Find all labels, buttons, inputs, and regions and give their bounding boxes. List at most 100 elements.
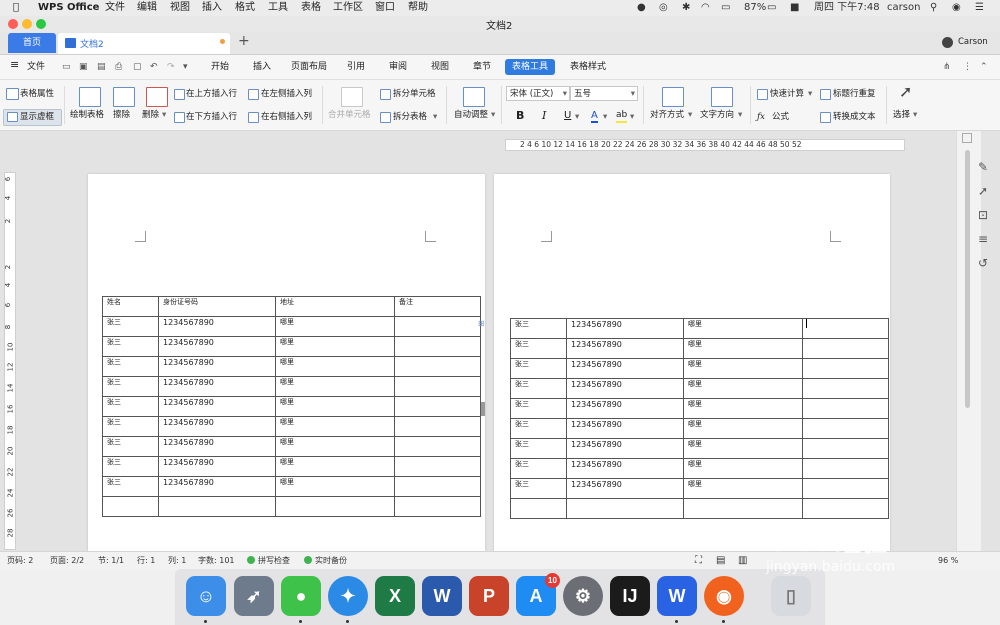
table-cell[interactable] xyxy=(802,318,889,339)
user-account-name[interactable]: Carson xyxy=(958,37,988,47)
fullscreen-icon[interactable]: ⛶ xyxy=(695,555,702,567)
auto-fit-dropdown-icon[interactable]: ▾ xyxy=(491,109,495,121)
table-cell[interactable]: 1234567890 xyxy=(158,336,276,357)
page2-table[interactable]: 张三 1234567890 哪里 张三 1234567890 哪里 张三 1234567890… xyxy=(510,318,889,519)
table-cell[interactable]: 哪里 xyxy=(275,316,395,337)
lock-icon[interactable]: ⊡ xyxy=(978,208,988,222)
table-row[interactable]: 张三 1234567890 哪里 xyxy=(102,436,481,457)
table-cell[interactable] xyxy=(394,336,481,357)
history-icon[interactable]: ↺ xyxy=(978,256,988,270)
table-cell[interactable]: 1234567890 xyxy=(566,358,684,379)
table-row[interactable]: 张三 1234567890 哪里 xyxy=(102,416,481,437)
table-cell[interactable]: 张三 xyxy=(102,356,159,377)
menu-format[interactable]: 格式 xyxy=(235,1,255,15)
tab-view[interactable]: 视图 xyxy=(431,60,449,74)
table-cell[interactable]: 哪里 xyxy=(683,398,803,419)
ribbon-file-menu[interactable]: 文件 xyxy=(27,60,45,74)
table-cell[interactable]: 哪里 xyxy=(683,318,803,339)
repeat-header-button[interactable]: 标题行重复 xyxy=(833,88,876,100)
menu-insert[interactable]: 插入 xyxy=(202,1,222,15)
table-cell[interactable] xyxy=(394,396,481,417)
table-cell[interactable]: 哪里 xyxy=(275,476,395,497)
menu-extra-icon[interactable]: ■ xyxy=(790,1,799,15)
table-row[interactable]: 张三 1234567890 哪里 xyxy=(510,458,889,479)
tab-page-layout[interactable]: 页面布局 xyxy=(291,60,327,74)
table-row[interactable]: 张三 1234567890 哪里 xyxy=(510,418,889,439)
table-cell[interactable] xyxy=(802,498,889,519)
firefox-icon[interactable]: ◉ xyxy=(704,576,744,616)
table-cell[interactable] xyxy=(802,458,889,479)
table-cell[interactable]: 张三 xyxy=(510,378,567,399)
table-cell[interactable]: 张三 xyxy=(102,336,159,357)
table-cell[interactable] xyxy=(394,356,481,377)
table-cell[interactable]: 张三 xyxy=(102,436,159,457)
pointer-tool-icon[interactable]: ➚ xyxy=(978,184,988,198)
table-header-cell[interactable]: 地址 xyxy=(275,296,395,317)
underline-button[interactable]: U xyxy=(564,110,571,122)
table-cell[interactable]: 张三 xyxy=(510,318,567,339)
table-cell[interactable]: 1234567890 xyxy=(566,318,684,339)
preview-icon[interactable]: ▢ xyxy=(133,60,142,74)
table-cell[interactable] xyxy=(802,358,889,379)
font-size-select[interactable]: 五号 ▾ xyxy=(570,86,638,101)
table-row[interactable]: 张三 1234567890 哪里 xyxy=(510,338,889,359)
table-cell[interactable] xyxy=(394,436,481,457)
table-row[interactable]: 张三 1234567890 哪里 xyxy=(102,376,481,397)
battery-percent[interactable]: 87% xyxy=(744,1,766,15)
table-cell[interactable] xyxy=(394,456,481,477)
table-cell[interactable]: 张三 xyxy=(102,456,159,477)
table-cell[interactable]: 1234567890 xyxy=(566,398,684,419)
split-table-dropdown-icon[interactable]: ▾ xyxy=(433,111,437,123)
text-direction-button[interactable]: 文字方向 xyxy=(700,109,734,121)
finder-icon[interactable]: ☺ xyxy=(186,576,226,616)
delete-dropdown-icon[interactable]: ▾ xyxy=(162,109,166,121)
table-row[interactable]: 张三 1234567890 哪里 xyxy=(510,358,889,379)
cloud-status-icon[interactable]: ◎ xyxy=(659,1,668,15)
app-name-menu[interactable]: WPS Office xyxy=(38,1,99,15)
table-cell[interactable]: 哪里 xyxy=(683,378,803,399)
minimize-window-button[interactable] xyxy=(22,19,32,29)
table-cell[interactable] xyxy=(802,398,889,419)
table-cell[interactable]: 哪里 xyxy=(275,456,395,477)
tab-start[interactable]: 开始 xyxy=(211,60,229,74)
table-cell[interactable]: 1234567890 xyxy=(566,458,684,479)
table-row[interactable]: 张三 1234567890 哪里 xyxy=(510,438,889,459)
menu-window[interactable]: 窗口 xyxy=(375,1,395,15)
export-icon[interactable]: ▤ xyxy=(97,60,106,74)
table-cell[interactable]: 哪里 xyxy=(275,396,395,417)
table-cell[interactable]: 1234567890 xyxy=(158,436,276,457)
table-row[interactable] xyxy=(510,498,889,519)
table-cell[interactable] xyxy=(394,496,481,517)
share-icon[interactable]: ⋔ xyxy=(943,60,951,74)
tab-table-style[interactable]: 表格样式 xyxy=(570,60,606,74)
table-cell[interactable]: 1234567890 xyxy=(566,418,684,439)
close-window-button[interactable] xyxy=(8,19,18,29)
new-tab-button[interactable]: + xyxy=(238,33,250,49)
open-folder-icon[interactable]: ▭ xyxy=(62,60,71,74)
table-cell[interactable]: 哪里 xyxy=(683,358,803,379)
erase-button[interactable]: 擦除 xyxy=(113,109,130,121)
table-row[interactable]: 张三 1234567890 哪里 xyxy=(102,456,481,477)
table-cell[interactable]: 哪里 xyxy=(683,438,803,459)
table-cell[interactable]: 张三 xyxy=(102,476,159,497)
home-tab[interactable]: 首页 xyxy=(8,33,56,53)
table-cell[interactable] xyxy=(802,478,889,499)
table-cell[interactable]: 1234567890 xyxy=(566,338,684,359)
table-cell[interactable]: 1234567890 xyxy=(158,316,276,337)
table-cell[interactable] xyxy=(802,418,889,439)
vertical-ruler[interactable]: 6 4 2 2 4 6 8 10 12 14 16 18 20 22 24 26… xyxy=(4,172,16,550)
table-cell[interactable]: 哪里 xyxy=(275,336,395,357)
table-row[interactable]: 张三 1234567890 哪里 xyxy=(510,378,889,399)
bold-button[interactable]: B xyxy=(516,110,524,122)
convert-to-text-button[interactable]: 转换成文本 xyxy=(833,111,876,123)
battery-icon[interactable]: ▭ xyxy=(767,1,776,15)
menu-edit[interactable]: 编辑 xyxy=(137,1,157,15)
word-icon[interactable]: W xyxy=(422,576,462,616)
merge-cells-button[interactable]: 合并单元格 xyxy=(328,109,371,121)
table-cell[interactable] xyxy=(394,316,481,337)
status-word-count[interactable]: 字数: 101 xyxy=(198,555,235,567)
insert-col-right-button[interactable]: 在右侧插入列 xyxy=(261,111,312,123)
highlight-dropdown-icon[interactable]: ▾ xyxy=(630,111,634,123)
wifi-icon[interactable]: ◠ xyxy=(701,1,710,15)
collapse-ribbon-icon[interactable]: ⌃ xyxy=(980,60,988,74)
